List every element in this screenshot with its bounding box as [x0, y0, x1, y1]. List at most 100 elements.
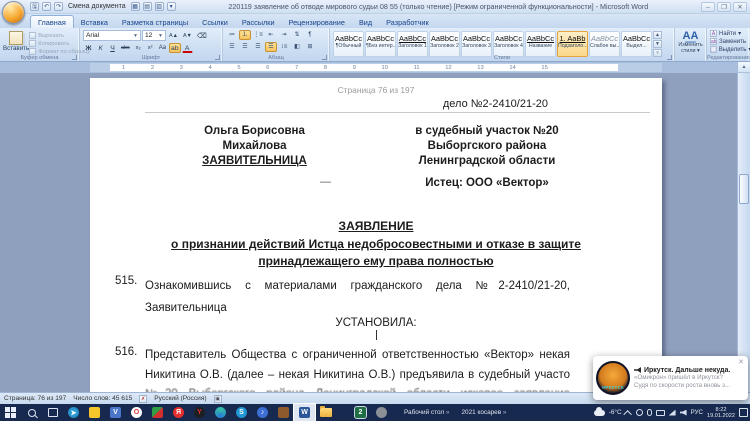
tab-page-layout[interactable]: Разметка страницы — [115, 16, 195, 28]
style-title[interactable]: AaBbCc Название — [525, 31, 556, 57]
table-icon[interactable]: ▥ — [154, 2, 164, 11]
replace-button[interactable]: ab Заменить — [710, 38, 746, 45]
tab-references[interactable]: Ссылки — [195, 16, 235, 28]
tab-view[interactable]: Вид — [352, 16, 379, 28]
style-emphasis[interactable]: AaBbCc Выдел... — [621, 31, 652, 57]
toolbar-desktop[interactable]: Рабочий стол — [404, 409, 449, 416]
font-size-select[interactable]: 12 ▼ — [142, 30, 166, 41]
decrease-indent-button[interactable]: ⇤ — [265, 30, 277, 40]
taskbar-app-word[interactable]: W — [293, 403, 316, 421]
numbering-button[interactable]: ⒈ — [239, 30, 251, 40]
start-button[interactable] — [0, 404, 21, 421]
italic-button[interactable]: К — [95, 43, 106, 53]
horizontal-ruler[interactable]: 1 2 3 4 5 6 7 8 9 10 11 12 13 14 15 — [0, 62, 737, 73]
tab-mailings[interactable]: Рассылки — [235, 16, 282, 28]
taskbar-app-opera[interactable]: O — [126, 404, 147, 421]
style-normal[interactable]: AaBbCc ¶Обычный — [333, 31, 364, 57]
network-icon[interactable] — [668, 409, 676, 416]
taskbar-app-media[interactable] — [147, 404, 168, 421]
table-icon[interactable]: ▦ — [130, 2, 140, 11]
shading-button[interactable]: ◧ — [291, 42, 303, 52]
align-center-button[interactable]: ☰ — [239, 42, 251, 52]
show-marks-button[interactable]: ¶ — [304, 30, 316, 40]
grow-font-button[interactable]: А▲ — [167, 31, 180, 41]
highlight-color-button[interactable]: ab — [169, 43, 181, 53]
taskbar-app-yandex[interactable]: Я — [168, 404, 189, 421]
font-color-button[interactable]: A — [181, 43, 193, 53]
style-subtle-emphasis[interactable]: AaBbCc Слабое вы... — [589, 31, 620, 57]
vertical-scrollbar[interactable]: ▲ — [737, 62, 750, 392]
toolbar-user-folder[interactable]: 2021 косарев — [461, 409, 506, 416]
clock[interactable]: 8:22 19.01.2022 — [707, 407, 735, 419]
taskbar-app-skype[interactable]: S — [231, 404, 252, 421]
taskbar-app-telegram[interactable]: ➤ — [63, 404, 84, 421]
microphone-icon[interactable] — [646, 409, 652, 416]
office-button[interactable] — [2, 1, 25, 24]
table-icon[interactable]: ▤ — [142, 2, 152, 11]
proofing-icon[interactable]: ✗ — [139, 394, 148, 403]
find-button[interactable]: А Найти ▾ — [710, 30, 746, 37]
bullets-button[interactable]: ≔ — [226, 30, 238, 40]
styles-scroll-down-icon[interactable]: ▼ — [653, 40, 662, 48]
taskbar-app-sticky-notes[interactable] — [84, 404, 105, 421]
align-left-button[interactable]: ☰ — [226, 42, 238, 52]
weather-icon[interactable] — [593, 406, 605, 416]
notification-close-icon[interactable]: ✕ — [738, 358, 744, 366]
qat-more-icon[interactable]: ▾ — [166, 2, 176, 11]
taskbar-app-explorer[interactable] — [315, 404, 336, 421]
change-case-button[interactable]: Aa — [157, 43, 168, 53]
keyboard-language[interactable]: РУС — [691, 409, 703, 416]
dialog-launcher-icon[interactable] — [215, 55, 220, 60]
dialog-launcher-icon[interactable] — [667, 55, 672, 60]
taskbar-app-amber[interactable] — [273, 404, 294, 421]
style-no-spacing[interactable]: AaBbCc ¶Без интер... — [365, 31, 396, 57]
qat-addin-button[interactable]: Смена документа — [66, 3, 128, 10]
taskbar-app-yandex-browser[interactable]: Y — [189, 404, 210, 421]
select-button[interactable]: ⬚ Выделить ▾ — [710, 46, 750, 53]
justify-button[interactable]: ☰ — [265, 42, 277, 52]
subscript-button[interactable]: x₂ — [133, 43, 144, 53]
align-right-button[interactable]: ☰ — [252, 42, 264, 52]
status-page[interactable]: Страница: 76 из 197 — [4, 395, 66, 402]
style-heading2[interactable]: AaBbCc Заголовок 2 — [429, 31, 460, 57]
hidden-icons-chevron[interactable] — [622, 409, 632, 419]
taskbar-app-edge[interactable] — [210, 404, 231, 421]
strikethrough-button[interactable]: abc — [119, 43, 132, 53]
save-icon[interactable]: 🖫 — [30, 2, 39, 11]
task-view-button[interactable] — [42, 404, 63, 421]
redo-icon[interactable]: ↷ — [54, 2, 63, 11]
tab-insert[interactable]: Вставка — [74, 16, 115, 28]
close-button[interactable]: ✕ — [733, 1, 747, 12]
styles-scroll-up-icon[interactable]: ▲ — [653, 31, 662, 39]
display-icon[interactable] — [655, 409, 665, 416]
search-button[interactable] — [21, 404, 42, 421]
dialog-launcher-icon[interactable] — [72, 55, 77, 60]
line-spacing-button[interactable]: ↕≡ — [278, 42, 290, 52]
multilevel-list-button[interactable]: ⋮≡ — [252, 30, 264, 40]
action-center-icon[interactable] — [739, 408, 748, 417]
weather-temp[interactable]: -6°C — [609, 409, 622, 416]
volume-icon[interactable] — [679, 409, 687, 416]
macro-record-icon[interactable]: ▣ — [213, 394, 222, 403]
security-icon[interactable] — [635, 409, 643, 416]
dialog-launcher-icon[interactable] — [322, 55, 327, 60]
undo-icon[interactable]: ↶ — [42, 2, 51, 11]
borders-button[interactable]: ⊞ — [304, 42, 316, 52]
underline-button[interactable]: Ч — [107, 43, 118, 53]
notification-popup[interactable]: ИРКУТСК Иркутск. Дальше некуда. «Омикрон… — [593, 356, 748, 400]
scrollbar-thumb[interactable] — [739, 174, 749, 204]
taskbar-app-opera-gx[interactable] — [371, 404, 392, 421]
status-language[interactable]: Русский (Россия) — [154, 395, 206, 402]
tab-home[interactable]: Главная — [30, 15, 74, 28]
taskbar-app-viber[interactable]: ♪ — [252, 404, 273, 421]
sort-button[interactable]: ⇅ — [291, 30, 303, 40]
maximize-button[interactable]: ❐ — [717, 1, 731, 12]
bold-button[interactable]: Ж — [83, 43, 94, 53]
clear-formatting-button[interactable]: ⌫ — [195, 31, 209, 41]
document-page[interactable]: Страница 76 из 197 дело №2-2410/21-20 Ол… — [90, 78, 662, 392]
taskbar-app-vk[interactable]: V — [105, 404, 126, 421]
font-family-select[interactable]: Arial ▼ — [83, 30, 141, 41]
style-heading1[interactable]: AaBbCc Заголовок 1 — [397, 31, 428, 57]
tab-review[interactable]: Рецензирование — [282, 16, 352, 28]
increase-indent-button[interactable]: ⇥ — [278, 30, 290, 40]
